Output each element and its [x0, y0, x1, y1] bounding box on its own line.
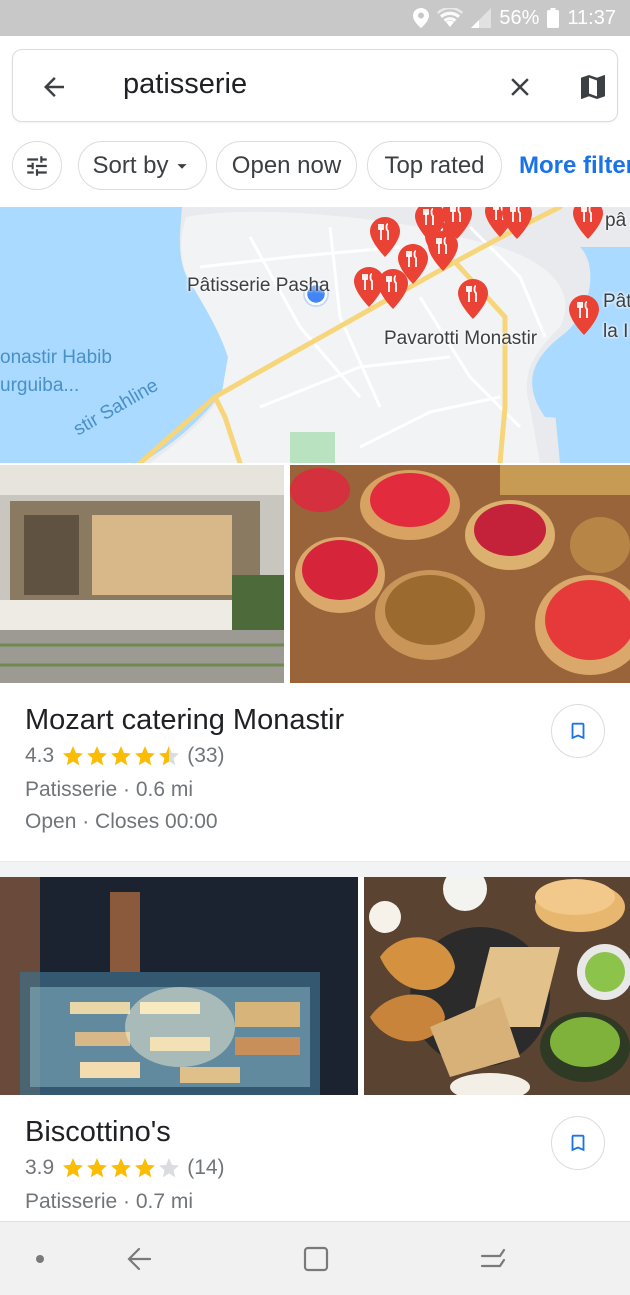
map-pin-icon[interactable]	[370, 217, 400, 257]
map-pin-icon[interactable]	[378, 269, 408, 309]
more-filters-link[interactable]: More filter	[519, 152, 630, 180]
star-icon	[63, 746, 84, 766]
clear-icon[interactable]	[505, 72, 535, 102]
save-button[interactable]	[551, 704, 605, 758]
rating-value: 4.3	[25, 744, 55, 767]
pastries-photo[interactable]	[290, 465, 630, 683]
map-label-right-1[interactable]: pâ	[605, 210, 626, 232]
save-button[interactable]	[551, 1116, 605, 1170]
dropdown-arrow-icon	[176, 163, 187, 169]
map-pin-icon[interactable]	[569, 295, 599, 335]
star-rating	[61, 744, 181, 768]
map-view[interactable]: Pâtisserie Pasha Pavarotti Monastir pâ P…	[0, 207, 630, 463]
star-icon	[111, 1158, 132, 1178]
tune-icon	[27, 155, 47, 176]
map-icon[interactable]	[577, 70, 609, 104]
map-label-airport: onastir Habib	[0, 347, 112, 368]
map-label-pasha[interactable]: Pâtisserie Pasha	[187, 275, 330, 297]
sort-by-label: Sort by	[92, 151, 169, 179]
star-icon	[87, 1158, 108, 1178]
star-icon	[135, 746, 156, 766]
star-icon	[63, 1158, 84, 1178]
result-2-rating: 3.9 (14)	[25, 1156, 225, 1180]
result-2-photos[interactable]	[0, 877, 630, 1095]
signal-icon	[471, 8, 492, 28]
star-icon	[135, 1158, 156, 1178]
map-label-right-3[interactable]: la I	[603, 321, 628, 343]
map-label-airport-2: urguiba...	[0, 375, 80, 396]
star-icon	[111, 746, 132, 766]
nav-home-icon[interactable]	[302, 1245, 330, 1273]
battery-percent: 56%	[499, 6, 540, 29]
nav-recents-icon[interactable]	[478, 1244, 508, 1274]
review-count: (14)	[187, 1156, 225, 1179]
nav-dot-icon[interactable]	[35, 1254, 45, 1264]
review-count: (33)	[187, 744, 225, 767]
nav-back-icon[interactable]	[126, 1244, 154, 1274]
result-divider	[0, 861, 630, 877]
result-1-rating: 4.3 (33)	[25, 744, 225, 768]
half-star-icon	[159, 746, 180, 766]
breakfast-photo[interactable]	[364, 877, 630, 1095]
empty-star-icon	[159, 1158, 180, 1178]
bookmark-icon	[571, 1134, 585, 1152]
map-pin-icon[interactable]	[415, 207, 445, 242]
map-pin-icon[interactable]	[458, 279, 488, 319]
open-now-chip[interactable]: Open now	[216, 141, 357, 190]
result-1-photos[interactable]	[0, 465, 630, 683]
clock: 11:37	[567, 6, 616, 29]
map-pin-icon[interactable]	[502, 207, 532, 239]
open-now-label: Open now	[231, 151, 342, 179]
star-rating	[61, 1156, 181, 1180]
result-1-category: Patisserie · 0.6 mi	[25, 778, 194, 801]
map-pin-icon[interactable]	[442, 207, 472, 239]
map-pin-icon[interactable]	[573, 207, 603, 239]
storefront-photo[interactable]	[0, 465, 284, 683]
wifi-icon	[437, 8, 464, 27]
result-2-category: Patisserie · 0.7 mi	[25, 1190, 194, 1213]
result-1-hours: Open · Closes 00:00	[25, 810, 218, 833]
filter-chips: Sort by Open now Top rated More filter	[0, 141, 630, 191]
result-1-name[interactable]: Mozart catering Monastir	[25, 704, 344, 737]
system-nav-bar	[0, 1221, 630, 1295]
map-label-right-2[interactable]: Pât	[603, 291, 630, 313]
location-icon	[413, 8, 430, 28]
star-icon	[87, 746, 108, 766]
filters-button[interactable]	[12, 141, 62, 190]
rating-value: 3.9	[25, 1156, 55, 1179]
bookmark-icon	[571, 722, 585, 740]
top-rated-chip[interactable]: Top rated	[367, 141, 502, 190]
top-rated-label: Top rated	[384, 151, 485, 179]
display-case-photo[interactable]	[0, 877, 358, 1095]
search-box[interactable]: patisserie	[12, 49, 618, 122]
battery-icon	[547, 8, 560, 28]
map-label-pavarotti[interactable]: Pavarotti Monastir	[384, 328, 537, 350]
sort-by-chip[interactable]: Sort by	[78, 141, 207, 190]
back-arrow-icon[interactable]	[39, 72, 69, 102]
status-bar: 56% 11:37	[0, 0, 630, 36]
search-input[interactable]: patisserie	[123, 68, 247, 101]
result-2-name[interactable]: Biscottino's	[25, 1116, 171, 1149]
